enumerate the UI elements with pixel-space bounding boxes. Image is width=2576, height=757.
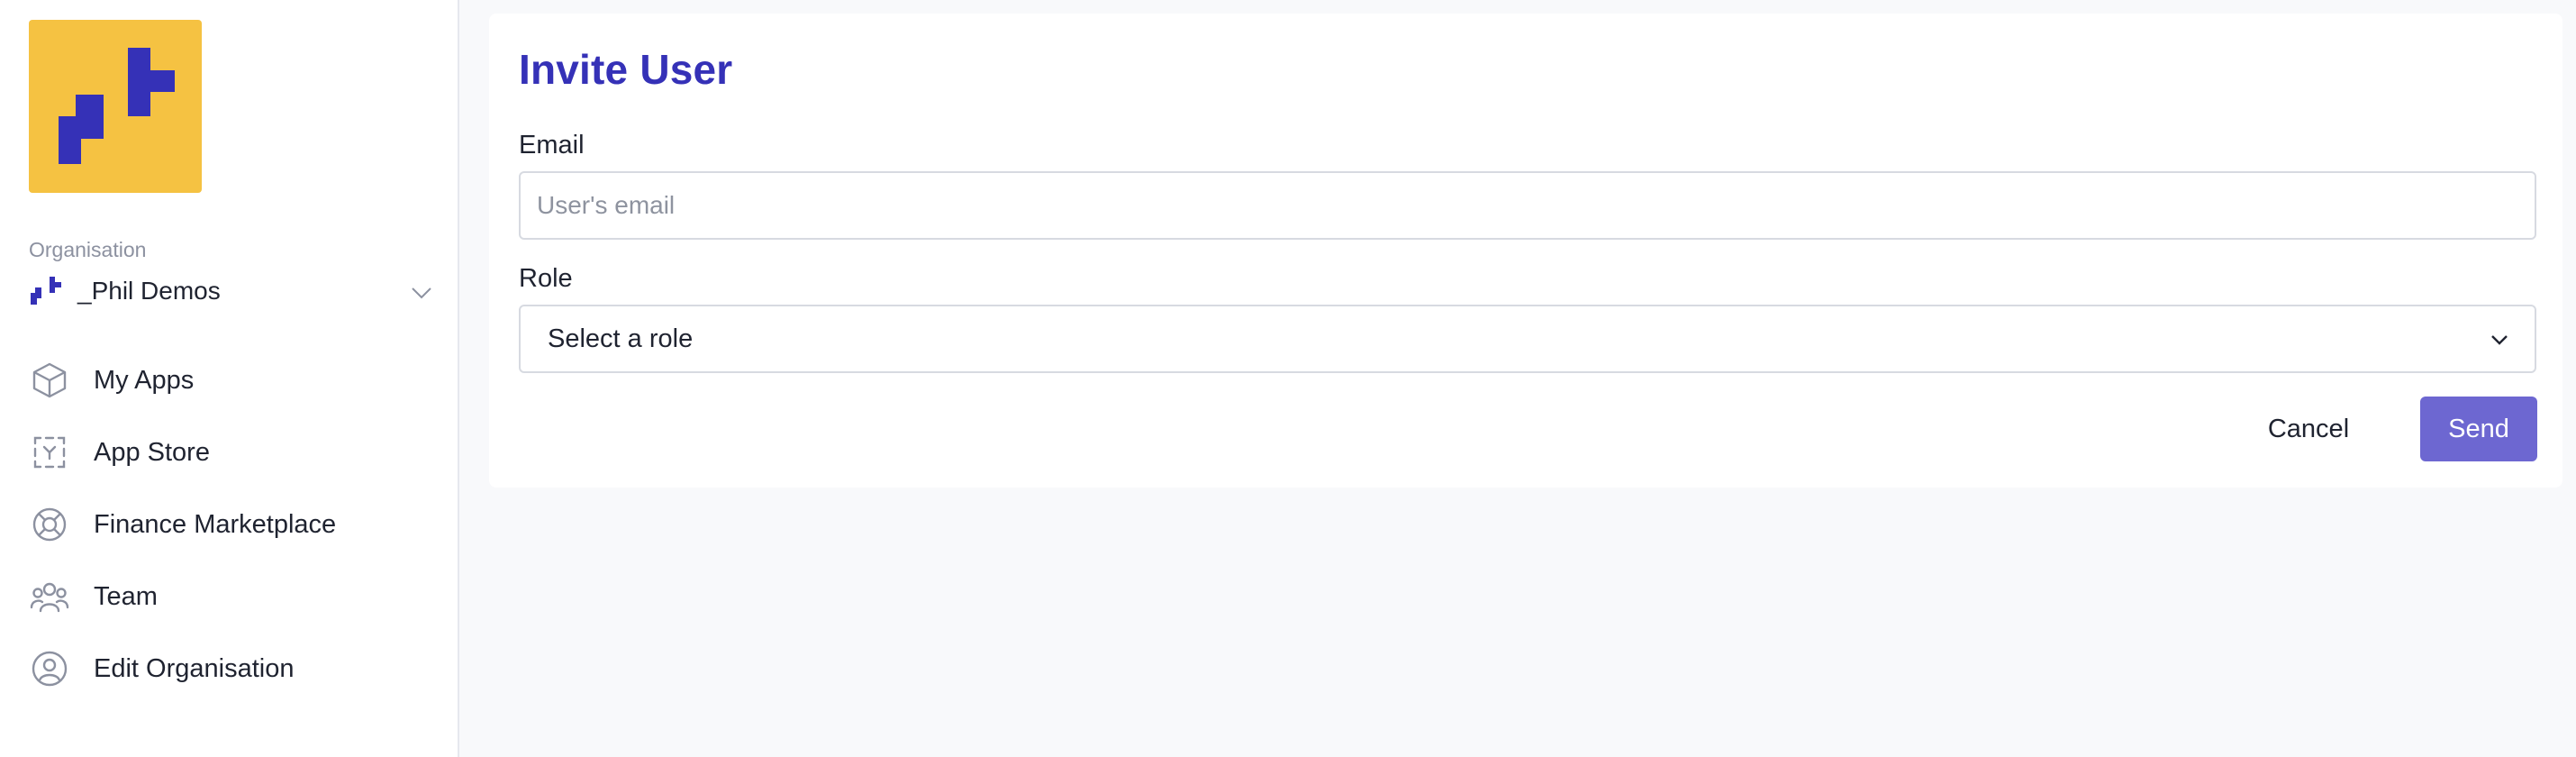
chevron-down-icon xyxy=(2491,335,2508,345)
app-root: Organisation _Phil Demos My Apps App Sto… xyxy=(0,0,2576,757)
role-select-value: Select a role xyxy=(548,324,694,353)
cancel-button[interactable]: Cancel xyxy=(2227,397,2390,461)
sidebar-item-label: Team xyxy=(94,581,158,611)
sidebar-item-app-store[interactable]: App Store xyxy=(29,416,434,488)
brand-logo[interactable] xyxy=(29,20,202,193)
page-title: Invite User xyxy=(519,46,733,93)
sidebar-item-team[interactable]: Team xyxy=(29,561,434,633)
sidebar-item-my-apps[interactable]: My Apps xyxy=(29,344,434,416)
user-circle-icon xyxy=(29,648,70,689)
sidebar-item-label: Finance Marketplace xyxy=(94,509,337,539)
logo-mark-icon xyxy=(59,48,175,164)
organisation-name: _Phil Demos xyxy=(77,277,221,305)
org-logo-icon xyxy=(31,277,61,305)
sidebar-item-label: App Store xyxy=(94,437,210,467)
sidebar-item-label: Edit Organisation xyxy=(94,653,295,683)
team-icon xyxy=(29,576,70,617)
email-field[interactable] xyxy=(519,171,2536,240)
organisation-selector[interactable]: _Phil Demos xyxy=(29,270,434,312)
cube-icon xyxy=(29,360,70,401)
chevron-down-icon xyxy=(412,287,431,299)
sidebar-item-edit-organisation[interactable]: Edit Organisation xyxy=(29,633,434,705)
app-store-icon xyxy=(29,432,70,473)
sidebar-nav: My Apps App Store Finance Marketplace Te… xyxy=(29,344,434,705)
role-select[interactable]: Select a role xyxy=(519,305,2536,373)
sidebar-item-finance-marketplace[interactable]: Finance Marketplace xyxy=(29,488,434,561)
sidebar: Organisation _Phil Demos My Apps App Sto… xyxy=(0,0,459,757)
organisation-label: Organisation xyxy=(29,238,147,261)
email-label: Email xyxy=(519,131,585,160)
lifebuoy-icon xyxy=(29,504,70,545)
send-button[interactable]: Send xyxy=(2420,397,2537,461)
role-label: Role xyxy=(519,264,573,293)
sidebar-item-label: My Apps xyxy=(94,365,195,395)
invite-user-card: Invite User Email Role Select a role Can… xyxy=(489,14,2562,488)
